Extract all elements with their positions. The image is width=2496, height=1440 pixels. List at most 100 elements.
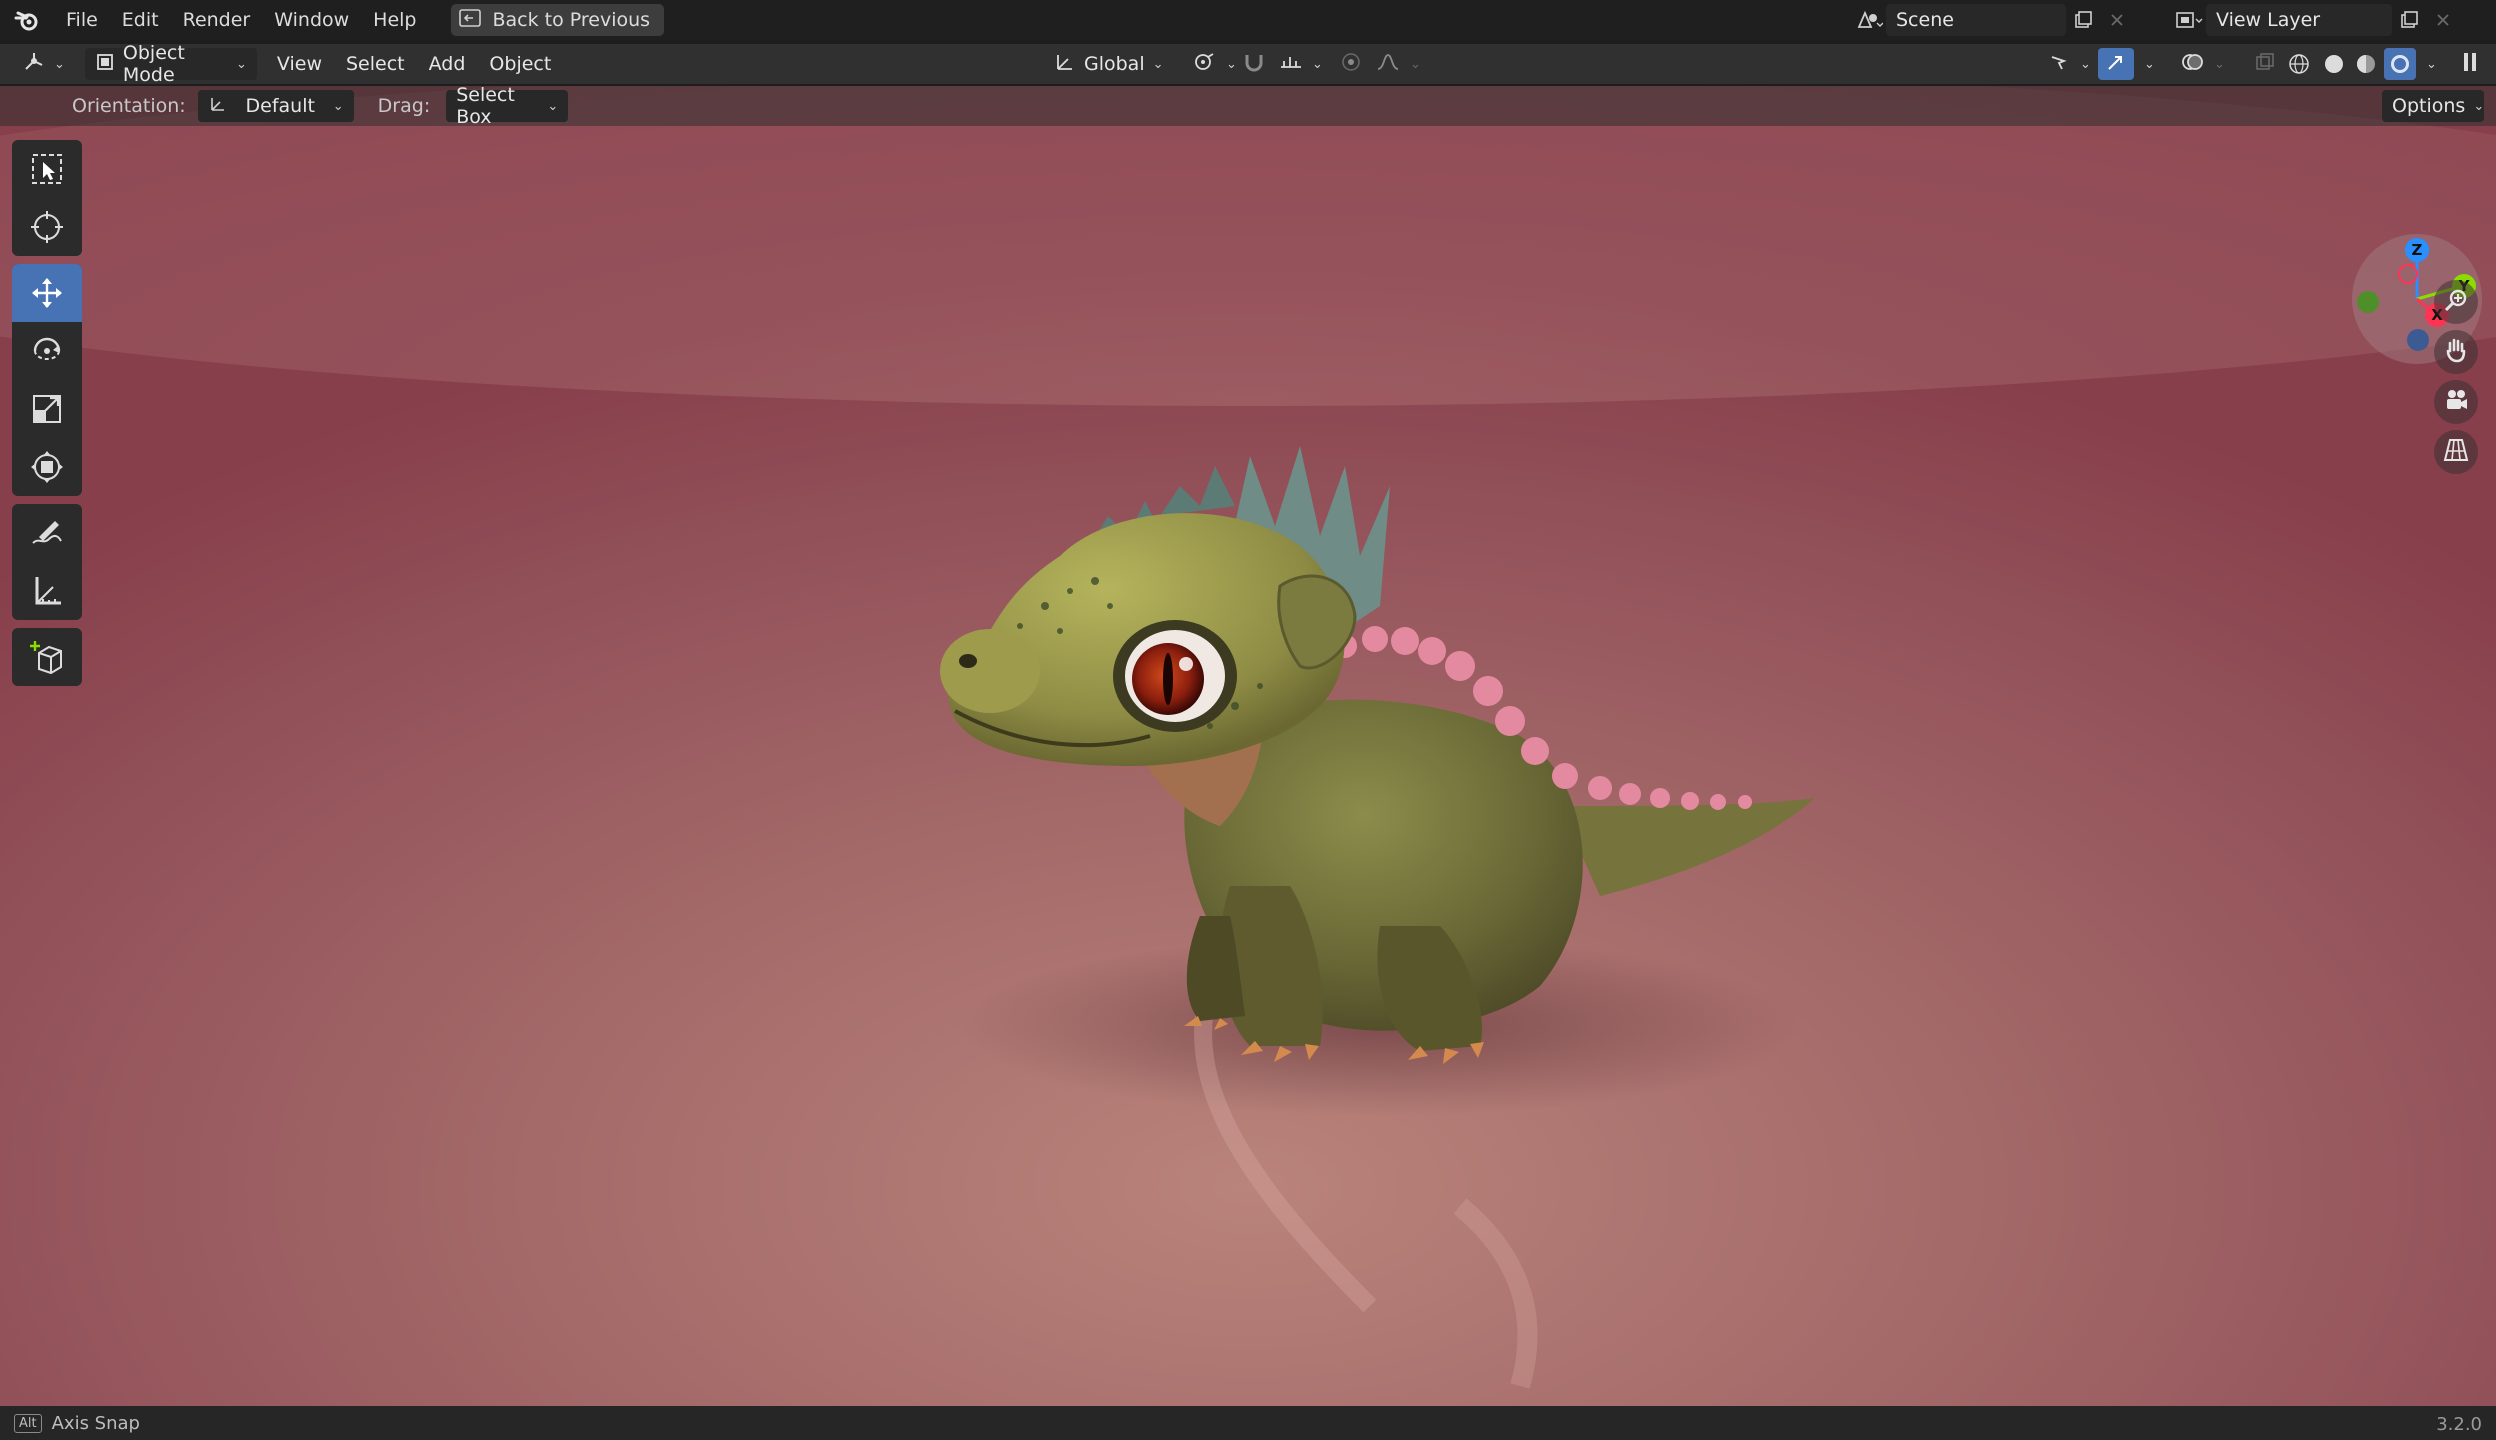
scene-icon[interactable] (1852, 4, 1886, 36)
chevron-down-icon: ⌄ (2144, 56, 2155, 72)
new-view-layer-icon[interactable] (2392, 4, 2426, 36)
delete-view-layer-icon[interactable] (2426, 4, 2460, 36)
transform-orientation-dropdown[interactable]: Global ⌄ (1044, 48, 1174, 80)
annotate-tool-icon[interactable] (12, 504, 82, 562)
tool-group-select (12, 140, 82, 256)
solid-shading-icon[interactable] (2320, 48, 2348, 80)
shading-mode-group: ⌄ (2282, 48, 2437, 80)
options-label: Options (2392, 95, 2466, 117)
falloff-curve-icon (1376, 51, 1402, 78)
sidebar-toggle[interactable] (2454, 48, 2486, 80)
overlays-toggle[interactable]: ⌄ (2170, 48, 2235, 80)
new-scene-icon[interactable] (2066, 4, 2100, 36)
view-layer-icon[interactable] (2172, 4, 2206, 36)
zoom-button[interactable] (2434, 280, 2478, 324)
scale-tool-icon[interactable] (12, 380, 82, 438)
wireframe-shading-icon[interactable] (2282, 48, 2316, 80)
pan-button[interactable] (2434, 330, 2478, 374)
menu-add[interactable]: Add (417, 53, 478, 75)
mode-dropdown[interactable]: Object Mode ⌄ (84, 42, 257, 86)
pivot-icon (1192, 51, 1218, 78)
chevron-down-icon: ⌄ (547, 98, 559, 114)
orientation-icon (1054, 51, 1076, 78)
add-cube-tool-icon[interactable] (12, 628, 82, 686)
transform-tool-icon[interactable] (12, 438, 82, 496)
tool-group-transform (12, 264, 82, 496)
chevron-down-icon: ⌄ (1312, 56, 1323, 72)
chevron-down-icon: ⌄ (1410, 56, 1421, 72)
menu-view[interactable]: View (265, 53, 334, 75)
chevron-down-icon: ⌄ (1152, 56, 1164, 72)
view-layer-name-field[interactable]: View Layer (2206, 4, 2392, 36)
proportional-editing-icon (1340, 51, 1362, 78)
drag-label: Drag: (377, 95, 431, 117)
version-label: 3.2.0 (2436, 1414, 2482, 1435)
3d-viewport-icon (22, 51, 46, 78)
menu-select[interactable]: Select (334, 53, 417, 75)
measure-tool-icon[interactable] (12, 562, 82, 620)
3d-viewport[interactable]: Z Y X (0, 86, 2496, 1406)
tool-group-add (12, 628, 82, 686)
rendered-shading-icon[interactable] (2384, 48, 2416, 80)
material-preview-shading-icon[interactable] (2352, 48, 2380, 80)
show-gizmo-toggle[interactable] (2098, 48, 2134, 80)
camera-view-button[interactable] (2434, 380, 2478, 424)
orientation-value: Default (245, 95, 315, 117)
options-dropdown[interactable]: Options ⌄ (2382, 90, 2484, 122)
zoom-icon (2443, 287, 2469, 317)
chevron-down-icon[interactable]: ⌄ (2426, 57, 2437, 72)
delete-scene-icon[interactable] (2100, 4, 2134, 36)
chevron-down-icon: ⌄ (2214, 56, 2225, 72)
select-box-tool-icon[interactable] (12, 140, 82, 198)
tool-settings-bar: Orientation: Default ⌄ Drag: Select Box … (0, 84, 2496, 128)
hand-icon (2443, 337, 2469, 367)
back-to-previous-button[interactable]: Back to Previous (450, 4, 665, 36)
object-mode-icon (95, 52, 115, 77)
menu-object[interactable]: Object (477, 53, 563, 75)
proportional-falloff-dropdown[interactable]: ⌄ (1366, 48, 1431, 80)
status-bar: Alt Axis Snap 3.2.0 (0, 1406, 2496, 1440)
drag-dropdown[interactable]: Select Box ⌄ (446, 84, 569, 128)
viewport-header: ⌄ Object Mode ⌄ View Select Add Object G… (0, 42, 2496, 86)
cursor-arrow-icon (2048, 51, 2072, 78)
chevron-down-icon: ⌄ (236, 56, 247, 72)
view-layer-selector[interactable]: View Layer (2172, 4, 2460, 36)
gizmo-z-axis[interactable]: Z (2405, 238, 2429, 262)
back-icon (458, 8, 481, 32)
mode-label: Object Mode (122, 42, 185, 86)
rotate-tool-icon[interactable] (12, 322, 82, 380)
menu-render[interactable]: Render (171, 0, 263, 40)
editor-type-dropdown[interactable]: ⌄ (12, 48, 75, 80)
snap-target-dropdown[interactable]: ⌄ (1268, 48, 1333, 80)
selectability-visibility-dropdown[interactable]: ⌄ (2038, 48, 2101, 80)
chevron-down-icon: ⌄ (2473, 98, 2485, 114)
magnet-icon (1242, 51, 1266, 78)
scene-selector[interactable]: Scene (1852, 4, 2134, 36)
menu-file[interactable]: File (54, 0, 110, 40)
overlays-icon (2180, 51, 2206, 78)
chevron-down-icon: ⌄ (2080, 56, 2091, 72)
menu-edit[interactable]: Edit (110, 0, 171, 40)
scene-name-field[interactable]: Scene (1886, 4, 2066, 36)
orientation-label: Orientation: (72, 95, 186, 117)
move-tool-icon[interactable] (12, 264, 82, 322)
camera-icon (2443, 387, 2469, 417)
perspective-toggle-button[interactable] (2434, 430, 2478, 474)
gizmo-arrow-icon (2105, 51, 2127, 78)
tool-group-annotate (12, 504, 82, 620)
snap-increment-icon (1278, 51, 1304, 78)
chevron-down-icon: ⌄ (54, 56, 65, 72)
blender-logo-icon[interactable] (0, 0, 54, 40)
orientation-icon (208, 94, 228, 119)
drag-value: Select Box (456, 84, 515, 128)
menu-help[interactable]: Help (361, 0, 428, 40)
rendered-dinosaur-model[interactable] (0, 86, 2496, 1406)
pause-icon (2462, 51, 2478, 78)
axis-snap-hint: Axis Snap (51, 1412, 140, 1434)
xray-toggle[interactable] (2244, 48, 2286, 80)
gizmo-options-dropdown[interactable]: ⌄ (2134, 48, 2165, 80)
grid-perspective-icon (2443, 437, 2469, 467)
menu-window[interactable]: Window (262, 0, 361, 40)
cursor-tool-icon[interactable] (12, 198, 82, 256)
orientation-dropdown[interactable]: Default ⌄ (197, 90, 354, 122)
